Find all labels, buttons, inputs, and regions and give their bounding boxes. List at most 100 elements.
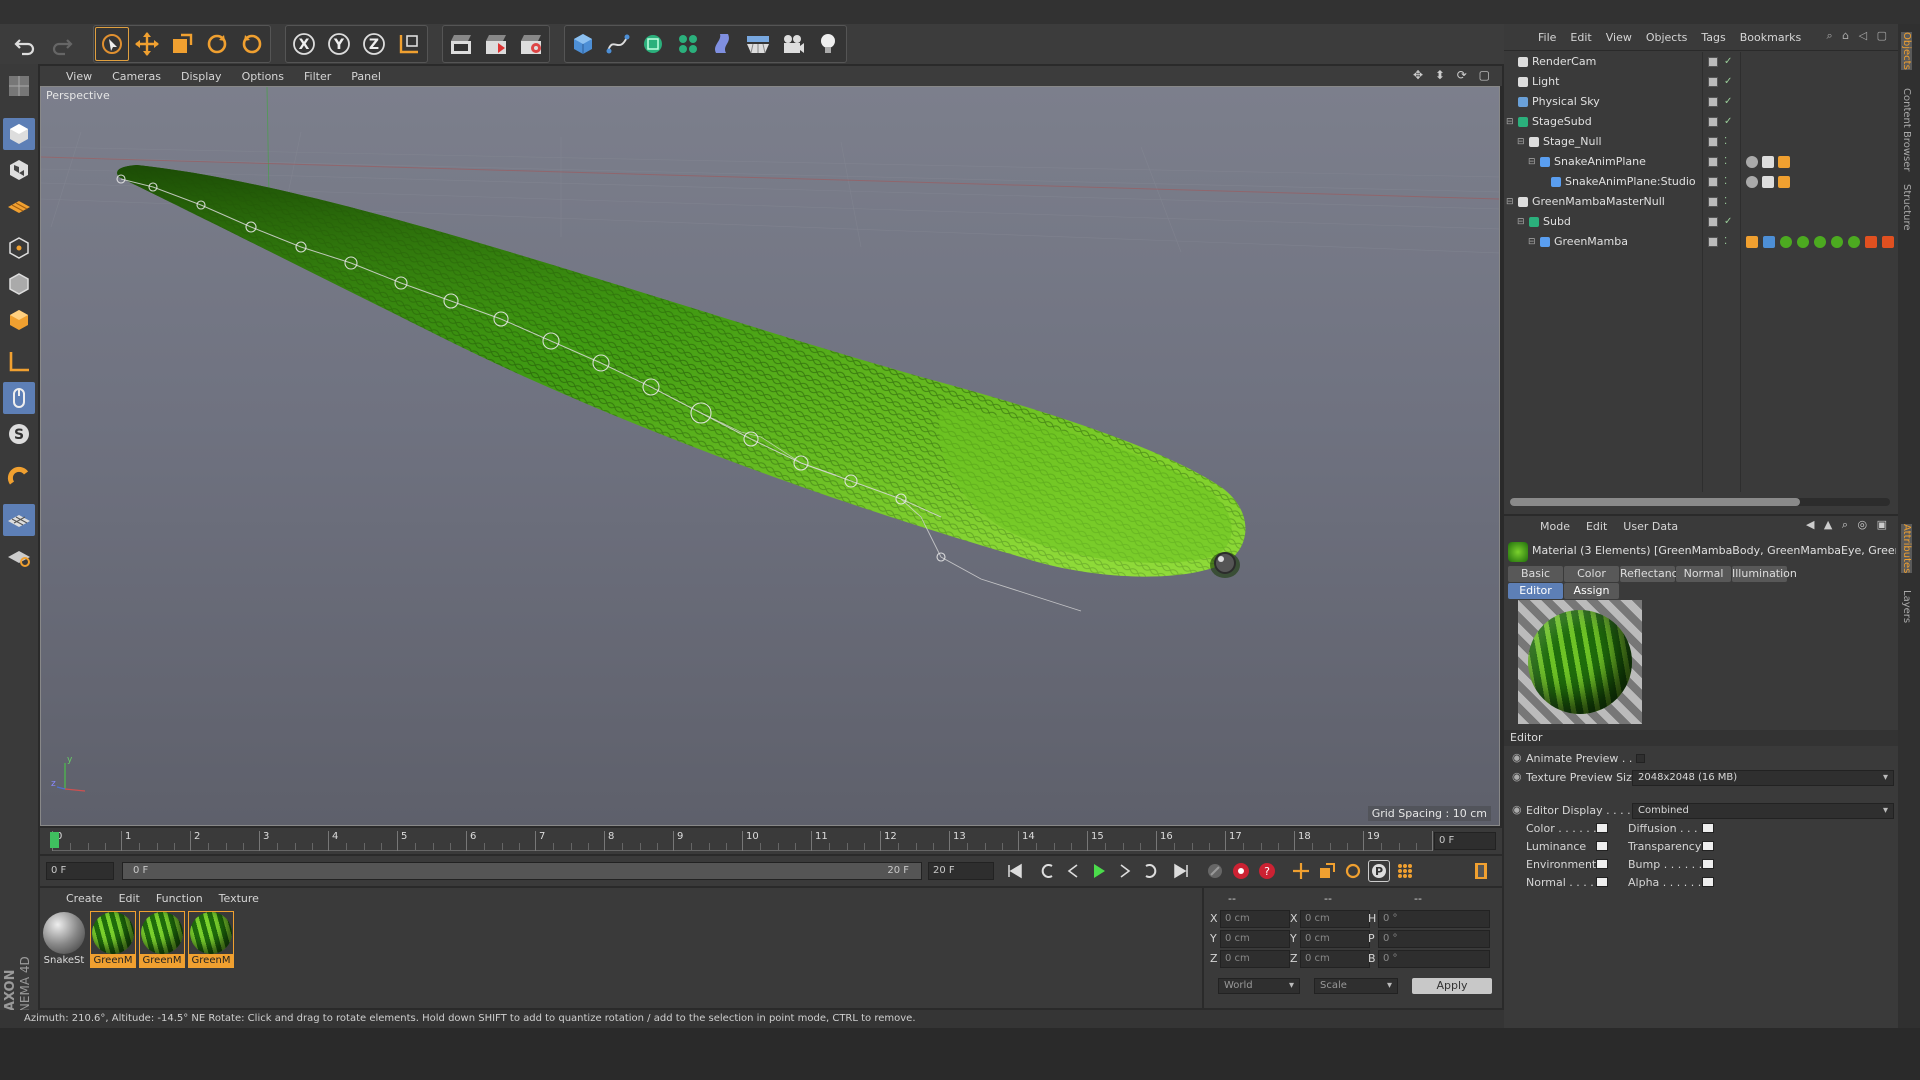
coord-value-field[interactable]: 0 cm	[1220, 930, 1290, 948]
record-icon[interactable]	[1230, 860, 1252, 882]
prev-key-icon[interactable]	[1036, 860, 1058, 882]
floor-icon[interactable]	[741, 27, 775, 61]
menu-objects[interactable]: Objects	[1646, 31, 1688, 44]
make-editable-icon[interactable]	[3, 70, 35, 102]
menu-function[interactable]: Function	[156, 892, 203, 905]
autokey-icon[interactable]: ?	[1256, 860, 1278, 882]
enabled-check-icon[interactable]: ⁚	[1724, 132, 1727, 152]
channel-toggle[interactable]	[1596, 823, 1608, 833]
layer-visibility-icon[interactable]	[1708, 77, 1718, 87]
key-rotation-icon[interactable]	[1342, 860, 1364, 882]
coord-value-field[interactable]: 0 cm	[1220, 910, 1290, 928]
attribute-nav-icons[interactable]: ◀ ▲ ⌕ ◎ ▣	[1806, 518, 1890, 532]
object-search-icon[interactable]: ⌕ ⌂ ◁ ▢	[1827, 29, 1891, 43]
goto-start-icon[interactable]	[1004, 860, 1026, 882]
layer-visibility-icon[interactable]	[1708, 157, 1718, 167]
object-tag-icon[interactable]	[1746, 156, 1758, 168]
channel-toggle[interactable]	[1702, 841, 1714, 851]
expand-toggle-icon[interactable]: ⊟	[1528, 232, 1536, 252]
side-tab-attributes[interactable]: Attributes	[1901, 524, 1912, 574]
object-row[interactable]: ⊟ GreenMamba ⁚	[1504, 232, 1898, 252]
x-axis-icon[interactable]: X	[287, 27, 321, 61]
attr-tab[interactable]: Normal	[1676, 566, 1731, 582]
expand-toggle-icon[interactable]: ⊟	[1506, 112, 1514, 132]
object-tag-icon[interactable]	[1763, 236, 1775, 248]
coord-value-field[interactable]: 0 cm	[1300, 950, 1370, 968]
texture-mode-icon[interactable]	[3, 154, 35, 186]
menu-mode[interactable]: Mode	[1540, 520, 1570, 533]
object-tag-icon[interactable]	[1746, 236, 1758, 248]
object-row[interactable]: Physical Sky ✓	[1504, 92, 1898, 112]
layer-visibility-icon[interactable]	[1708, 117, 1718, 127]
menu-file[interactable]: File	[1538, 31, 1556, 44]
menu-texture[interactable]: Texture	[219, 892, 259, 905]
snap-icon[interactable]: S	[3, 418, 35, 450]
coord-value-field[interactable]: 0 cm	[1300, 910, 1370, 928]
perspective-viewport[interactable]: Perspective Grid Spacing : 10 cm y z	[40, 86, 1500, 826]
editor-display-radio[interactable]: ◉	[1512, 803, 1522, 816]
model-mode-icon[interactable]	[3, 118, 35, 150]
object-row[interactable]: ⊟ Subd ✓	[1504, 212, 1898, 232]
key-position-icon[interactable]	[1290, 860, 1312, 882]
object-tag-icon[interactable]	[1778, 176, 1790, 188]
key-pla-icon[interactable]	[1394, 860, 1416, 882]
material-slot[interactable]: SnakeSt	[42, 912, 86, 967]
material-slot[interactable]: GreenM	[90, 911, 136, 968]
camera-icon[interactable]	[776, 27, 810, 61]
edges-mode-icon[interactable]	[3, 268, 35, 300]
deformer-icon[interactable]	[706, 27, 740, 61]
scale-icon[interactable]	[165, 27, 199, 61]
attr-tab[interactable]: Illumination	[1732, 566, 1797, 582]
object-tag-icon[interactable]	[1778, 156, 1790, 168]
attr-tab[interactable]: Assign	[1564, 583, 1619, 599]
undo-icon[interactable]	[8, 27, 42, 61]
animate-preview-radio[interactable]: ◉	[1512, 751, 1522, 764]
mograph-cloner-icon[interactable]	[671, 27, 705, 61]
key-parameter-icon[interactable]: P	[1368, 860, 1390, 882]
layer-visibility-icon[interactable]	[1708, 237, 1718, 247]
menu-edit[interactable]: Edit	[1586, 520, 1607, 533]
object-hscrollbar[interactable]	[1510, 498, 1890, 506]
spline-pen-icon[interactable]	[601, 27, 635, 61]
object-tag-icon[interactable]	[1814, 236, 1826, 248]
timeline-layout-icon[interactable]	[1470, 860, 1492, 882]
menu-options[interactable]: Options	[242, 70, 284, 83]
expand-toggle-icon[interactable]: ⊟	[1517, 212, 1525, 232]
timeline-ruler[interactable]: 01234567891011121314151617181920 0 F	[40, 828, 1502, 854]
attr-tab[interactable]: Reflectance	[1620, 566, 1685, 582]
menu-view[interactable]: View	[1606, 31, 1632, 44]
menu-bookmarks[interactable]: Bookmarks	[1740, 31, 1801, 44]
points-mode-icon[interactable]	[3, 232, 35, 264]
menu-create[interactable]: Create	[66, 892, 103, 905]
object-row[interactable]: RenderCam ✓	[1504, 52, 1898, 72]
tweak-mode-icon[interactable]	[3, 382, 35, 414]
menu-edit[interactable]: Edit	[119, 892, 140, 905]
object-tag-icon[interactable]	[1882, 236, 1894, 248]
layer-visibility-icon[interactable]	[1708, 137, 1718, 147]
object-tag-icon[interactable]	[1746, 176, 1758, 188]
menu-display[interactable]: Display	[181, 70, 222, 83]
expand-toggle-icon[interactable]: ⊟	[1528, 152, 1536, 172]
attr-tab[interactable]: Color	[1564, 566, 1619, 582]
object-tag-icon[interactable]	[1780, 236, 1792, 248]
channel-toggle[interactable]	[1702, 859, 1714, 869]
menu-filter[interactable]: Filter	[304, 70, 331, 83]
editor-display-dropdown[interactable]: Combined	[1632, 803, 1894, 819]
side-tab-content-browser[interactable]: Content Browser	[1901, 88, 1912, 171]
animate-preview-checkbox[interactable]	[1636, 754, 1645, 763]
play-icon[interactable]	[1088, 860, 1110, 882]
object-tag-icon[interactable]	[1831, 236, 1843, 248]
cube-icon[interactable]	[566, 27, 600, 61]
material-slot[interactable]: GreenM	[188, 911, 234, 968]
object-row[interactable]: ⊟ GreenMambaMasterNull ⁚	[1504, 192, 1898, 212]
grid-icon[interactable]	[3, 540, 35, 572]
enabled-check-icon[interactable]: ✓	[1724, 72, 1732, 92]
expand-toggle-icon[interactable]: ⊟	[1506, 192, 1514, 212]
layer-visibility-icon[interactable]	[1708, 217, 1718, 227]
channel-toggle[interactable]	[1702, 877, 1714, 887]
render-view-icon[interactable]	[444, 27, 478, 61]
keyframe-selection-icon[interactable]	[1204, 860, 1226, 882]
redo-icon[interactable]	[45, 27, 79, 61]
layer-visibility-icon[interactable]	[1708, 197, 1718, 207]
next-frame-icon[interactable]	[1114, 860, 1136, 882]
